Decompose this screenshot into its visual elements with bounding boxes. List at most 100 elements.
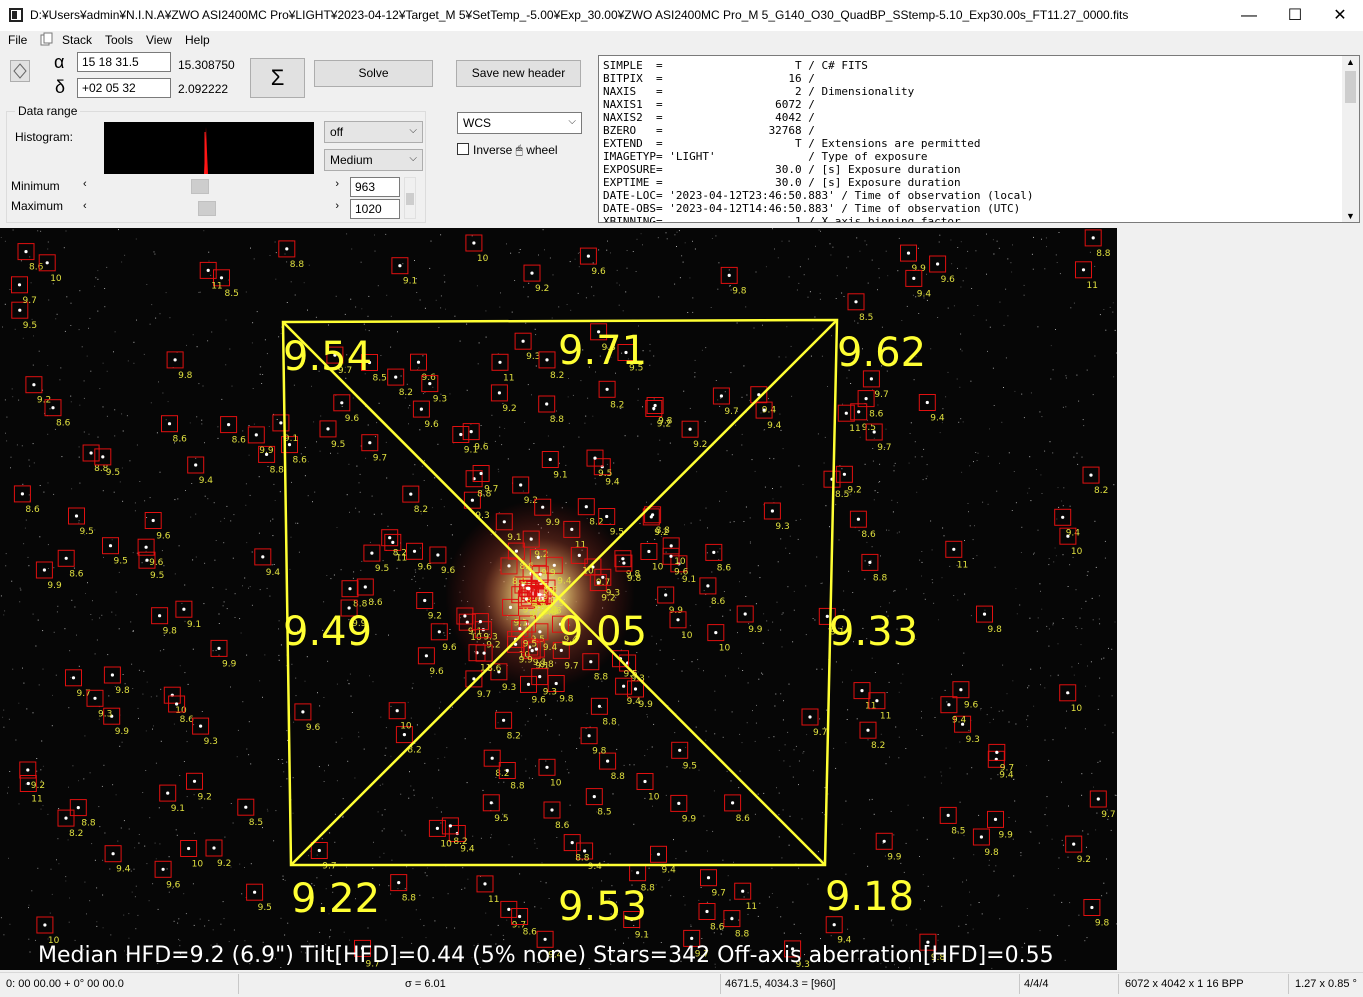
svg-text:9.7: 9.7 bbox=[724, 407, 738, 417]
svg-text:8.2: 8.2 bbox=[414, 505, 428, 515]
svg-text:9.7: 9.7 bbox=[813, 728, 827, 738]
quality-select[interactable]: Medium ⌵ bbox=[324, 149, 423, 171]
menu-file[interactable]: File bbox=[8, 33, 27, 47]
status-divider bbox=[1118, 974, 1119, 994]
range-spinner[interactable] bbox=[404, 177, 416, 219]
svg-text:9.3: 9.3 bbox=[98, 709, 112, 719]
svg-text:9.9: 9.9 bbox=[748, 625, 763, 635]
wcs-select[interactable]: WCS ⌵ bbox=[457, 112, 582, 134]
status-divider bbox=[1019, 974, 1020, 994]
star-field-image[interactable]: 9.6 8.8 11 9.5 9.9 9.5 9.1 10 9.8 9.6 8.6 9.3 9.4 8.8… bbox=[0, 228, 1117, 970]
svg-text:8.6: 8.6 bbox=[736, 814, 751, 824]
maximum-slider[interactable]: ‹ › bbox=[80, 200, 342, 216]
data-range-label: Data range bbox=[15, 104, 81, 118]
svg-text:11: 11 bbox=[211, 281, 222, 291]
svg-text:9.5: 9.5 bbox=[375, 564, 389, 574]
sigma-button[interactable]: Σ bbox=[250, 58, 305, 98]
svg-text:8.6: 8.6 bbox=[180, 715, 195, 725]
fits-header-text: SIMPLE = T / C# FITS BITPIX = 16 / NAXIS… bbox=[603, 59, 1034, 223]
alpha-input[interactable]: 15 18 31.5 bbox=[77, 52, 171, 72]
close-button[interactable]: ✕ bbox=[1317, 0, 1363, 31]
chevron-down-icon: ⌵ bbox=[568, 116, 576, 127]
hfd-left: 9.49 bbox=[283, 609, 372, 655]
svg-text:8.6: 8.6 bbox=[173, 435, 188, 445]
inverse-wheel-checkbox[interactable] bbox=[457, 143, 469, 155]
status-pixel: 4671.5, 4034.3 = [960] bbox=[725, 978, 836, 990]
menu-view[interactable]: View bbox=[146, 33, 172, 47]
delta-decimal: 2.092222 bbox=[178, 82, 229, 96]
svg-text:11: 11 bbox=[1087, 281, 1098, 291]
svg-text:9.9: 9.9 bbox=[47, 581, 62, 591]
svg-text:9.6: 9.6 bbox=[166, 880, 181, 890]
svg-text:9.4: 9.4 bbox=[588, 862, 603, 872]
svg-text:9.1: 9.1 bbox=[403, 277, 417, 287]
status-frames: 4/4/4 bbox=[1024, 978, 1049, 990]
header-scrollbar[interactable]: ▲ ▼ bbox=[1342, 56, 1359, 222]
svg-text:9.4: 9.4 bbox=[605, 478, 620, 488]
svg-text:9.4: 9.4 bbox=[543, 643, 558, 653]
minimum-input[interactable]: 963 bbox=[350, 177, 400, 197]
menu-tools[interactable]: Tools bbox=[105, 33, 133, 47]
chevron-up-icon: ▲ bbox=[1346, 57, 1355, 67]
svg-text:11: 11 bbox=[575, 540, 586, 550]
svg-text:9.6: 9.6 bbox=[429, 667, 444, 677]
coord-toggle-button[interactable] bbox=[10, 60, 30, 82]
delta-input[interactable]: +02 05 32 bbox=[77, 78, 171, 98]
minimize-button[interactable]: — bbox=[1226, 0, 1272, 31]
svg-text:10: 10 bbox=[477, 254, 489, 264]
fits-header-memo[interactable]: SIMPLE = T / C# FITS BITPIX = 16 / NAXIS… bbox=[598, 55, 1360, 223]
svg-text:9.8: 9.8 bbox=[559, 695, 574, 705]
maximum-input[interactable]: 1020 bbox=[350, 199, 400, 219]
svg-text:8.6: 8.6 bbox=[69, 569, 84, 579]
svg-text:9.7: 9.7 bbox=[1000, 763, 1014, 773]
delta-symbol: δ bbox=[55, 77, 66, 97]
svg-text:8.8: 8.8 bbox=[510, 782, 525, 792]
svg-text:9.1: 9.1 bbox=[514, 618, 528, 628]
chevron-down-icon: ⌵ bbox=[409, 125, 417, 136]
hfd-bottom-right: 9.18 bbox=[825, 874, 914, 920]
svg-text:9.2: 9.2 bbox=[502, 404, 516, 414]
svg-text:8.6: 8.6 bbox=[555, 821, 570, 831]
svg-text:10: 10 bbox=[1071, 704, 1083, 714]
svg-text:11: 11 bbox=[880, 712, 891, 722]
minimum-slider-thumb[interactable] bbox=[191, 179, 210, 194]
svg-text:9.6: 9.6 bbox=[591, 267, 606, 277]
menu-help[interactable]: Help bbox=[185, 33, 210, 47]
menu-stack[interactable]: Stack bbox=[62, 33, 92, 47]
maximum-slider-thumb[interactable] bbox=[197, 201, 216, 216]
svg-text:9.8: 9.8 bbox=[163, 627, 178, 637]
svg-text:8.2: 8.2 bbox=[589, 518, 603, 528]
solve-button[interactable]: Solve bbox=[314, 60, 433, 87]
svg-text:10: 10 bbox=[674, 557, 686, 567]
svg-text:9.9: 9.9 bbox=[887, 852, 902, 862]
svg-text:9.1: 9.1 bbox=[553, 471, 567, 481]
svg-text:9.6: 9.6 bbox=[345, 414, 360, 424]
header-scrollbar-thumb[interactable] bbox=[1345, 71, 1356, 103]
svg-text:9.9: 9.9 bbox=[222, 659, 237, 669]
svg-text:8.8: 8.8 bbox=[1096, 249, 1111, 259]
svg-text:8.2: 8.2 bbox=[453, 837, 467, 847]
svg-text:8.8: 8.8 bbox=[575, 854, 590, 864]
hfd-top: 9.71 bbox=[558, 328, 647, 374]
svg-text:9.9: 9.9 bbox=[912, 264, 927, 274]
svg-text:8.5: 8.5 bbox=[373, 374, 387, 384]
svg-text:10: 10 bbox=[681, 631, 693, 641]
stretch-select[interactable]: off ⌵ bbox=[324, 121, 423, 143]
wcs-select-value: WCS bbox=[463, 116, 491, 130]
stack-icon bbox=[40, 32, 54, 46]
minimum-slider[interactable]: ‹ › bbox=[80, 178, 342, 194]
svg-text:8.2: 8.2 bbox=[507, 731, 521, 741]
diamond-icon bbox=[13, 63, 27, 79]
save-header-button[interactable]: Save new header bbox=[456, 60, 581, 87]
maximum-label: Maximum bbox=[11, 199, 64, 213]
svg-text:8.5: 8.5 bbox=[951, 826, 965, 836]
svg-text:10: 10 bbox=[719, 644, 731, 654]
histogram-label: Histogram: bbox=[15, 130, 74, 144]
svg-text:9.6: 9.6 bbox=[149, 558, 164, 568]
range-spinner-thumb[interactable] bbox=[406, 193, 414, 205]
svg-text:11: 11 bbox=[31, 795, 42, 805]
maximize-button[interactable]: ☐ bbox=[1272, 0, 1318, 31]
svg-text:9.4: 9.4 bbox=[930, 414, 945, 424]
svg-text:9.8: 9.8 bbox=[732, 286, 747, 296]
svg-text:8.8: 8.8 bbox=[656, 526, 671, 536]
